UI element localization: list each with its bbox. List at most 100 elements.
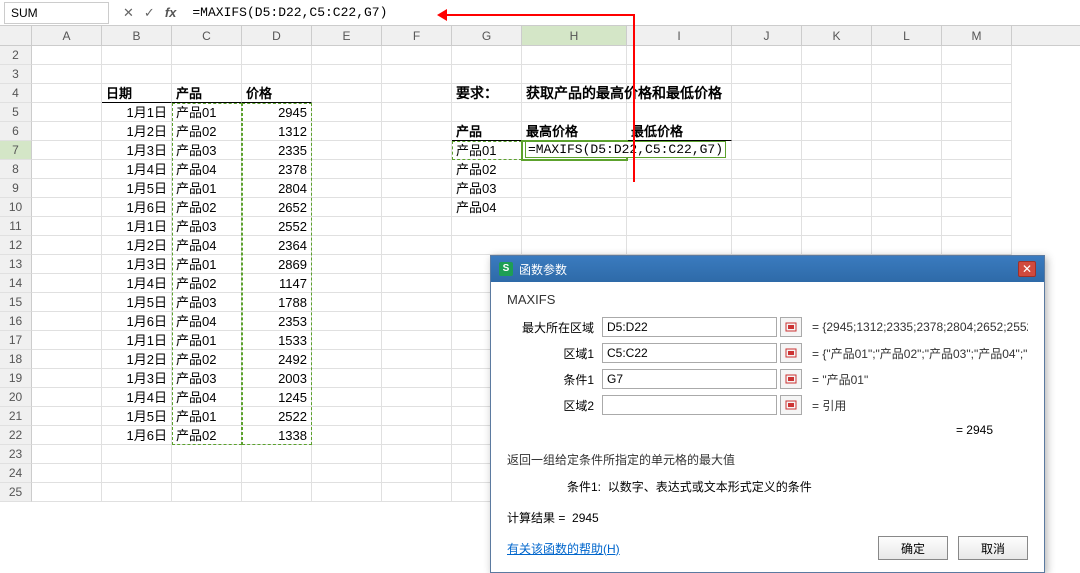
cell-H11[interactable] [522, 217, 627, 236]
cell-E7[interactable] [312, 141, 382, 160]
cell-B20[interactable]: 1月4日 [102, 388, 172, 407]
cell-F21[interactable] [382, 407, 452, 426]
cell-E24[interactable] [312, 464, 382, 483]
row-head[interactable]: 18 [0, 350, 32, 369]
cancel-button[interactable]: 取消 [958, 536, 1028, 560]
cell-C19[interactable]: 产品03 [172, 369, 242, 388]
row-head[interactable]: 22 [0, 426, 32, 445]
cell-K5[interactable] [802, 103, 872, 122]
cell-F14[interactable] [382, 274, 452, 293]
cancel-icon[interactable]: ✕ [123, 5, 134, 21]
col-head-F[interactable]: F [382, 26, 452, 45]
cell-D3[interactable] [242, 65, 312, 84]
cell-G7[interactable]: 产品01 [452, 141, 522, 160]
cell-F13[interactable] [382, 255, 452, 274]
cell-B6[interactable]: 1月2日 [102, 122, 172, 141]
cell-I12[interactable] [627, 236, 732, 255]
param-input-0[interactable] [602, 317, 777, 337]
row-head[interactable]: 8 [0, 160, 32, 179]
col-head-D[interactable]: D [242, 26, 312, 45]
cell-I2[interactable] [627, 46, 732, 65]
cell-A12[interactable] [32, 236, 102, 255]
cell-A9[interactable] [32, 179, 102, 198]
cell-E14[interactable] [312, 274, 382, 293]
cell-D18[interactable]: 2492 [242, 350, 312, 369]
cell-F11[interactable] [382, 217, 452, 236]
cell-D13[interactable]: 2869 [242, 255, 312, 274]
cell-B17[interactable]: 1月1日 [102, 331, 172, 350]
cell-K2[interactable] [802, 46, 872, 65]
cell-C25[interactable] [172, 483, 242, 502]
cell-D22[interactable]: 1338 [242, 426, 312, 445]
cell-C8[interactable]: 产品04 [172, 160, 242, 179]
cell-B4[interactable]: 日期 [102, 84, 172, 103]
cell-B16[interactable]: 1月6日 [102, 312, 172, 331]
cell-B11[interactable]: 1月1日 [102, 217, 172, 236]
cell-F12[interactable] [382, 236, 452, 255]
cell-K11[interactable] [802, 217, 872, 236]
cell-D15[interactable]: 1788 [242, 293, 312, 312]
cell-E5[interactable] [312, 103, 382, 122]
cell-G3[interactable] [452, 65, 522, 84]
cell-B5[interactable]: 1月1日 [102, 103, 172, 122]
cell-C16[interactable]: 产品04 [172, 312, 242, 331]
col-head-M[interactable]: M [942, 26, 1012, 45]
cell-I6[interactable]: 最低价格 [627, 122, 732, 141]
row-head[interactable]: 4 [0, 84, 32, 103]
cell-K8[interactable] [802, 160, 872, 179]
cell-F24[interactable] [382, 464, 452, 483]
row-head[interactable]: 16 [0, 312, 32, 331]
cell-J10[interactable] [732, 198, 802, 217]
cell-E16[interactable] [312, 312, 382, 331]
col-head-B[interactable]: B [102, 26, 172, 45]
dialog-titlebar[interactable]: S 函数参数 ✕ [491, 256, 1044, 282]
cell-E6[interactable] [312, 122, 382, 141]
cell-H2[interactable] [522, 46, 627, 65]
cell-B8[interactable]: 1月4日 [102, 160, 172, 179]
cell-M10[interactable] [942, 198, 1012, 217]
cell-D11[interactable]: 2552 [242, 217, 312, 236]
cell-K4[interactable] [802, 84, 872, 103]
cell-H4[interactable]: 获取产品的最高价格和最低价格 [522, 84, 627, 103]
cell-F5[interactable] [382, 103, 452, 122]
cell-F7[interactable] [382, 141, 452, 160]
cell-F2[interactable] [382, 46, 452, 65]
cell-G5[interactable] [452, 103, 522, 122]
cell-E13[interactable] [312, 255, 382, 274]
cell-B21[interactable]: 1月5日 [102, 407, 172, 426]
cell-A14[interactable] [32, 274, 102, 293]
row-head[interactable]: 3 [0, 65, 32, 84]
cell-B15[interactable]: 1月5日 [102, 293, 172, 312]
cell-M4[interactable] [942, 84, 1012, 103]
cell-A17[interactable] [32, 331, 102, 350]
cell-I3[interactable] [627, 65, 732, 84]
cell-E25[interactable] [312, 483, 382, 502]
cell-K12[interactable] [802, 236, 872, 255]
cell-A25[interactable] [32, 483, 102, 502]
cell-C4[interactable]: 产品 [172, 84, 242, 103]
row-head[interactable]: 17 [0, 331, 32, 350]
cell-C21[interactable]: 产品01 [172, 407, 242, 426]
cell-B25[interactable] [102, 483, 172, 502]
cell-A18[interactable] [32, 350, 102, 369]
row-head[interactable]: 2 [0, 46, 32, 65]
row-head[interactable]: 9 [0, 179, 32, 198]
cell-G4[interactable]: 要求： [452, 84, 522, 103]
cell-F8[interactable] [382, 160, 452, 179]
cell-H3[interactable] [522, 65, 627, 84]
select-all-corner[interactable] [0, 26, 32, 45]
cell-D16[interactable]: 2353 [242, 312, 312, 331]
param-input-3[interactable] [602, 395, 777, 415]
cell-A4[interactable] [32, 84, 102, 103]
cell-I10[interactable] [627, 198, 732, 217]
cell-C14[interactable]: 产品02 [172, 274, 242, 293]
cell-I5[interactable] [627, 103, 732, 122]
cell-F4[interactable] [382, 84, 452, 103]
cell-C11[interactable]: 产品03 [172, 217, 242, 236]
cell-I9[interactable] [627, 179, 732, 198]
cell-G12[interactable] [452, 236, 522, 255]
cell-A5[interactable] [32, 103, 102, 122]
row-head[interactable]: 14 [0, 274, 32, 293]
cell-E20[interactable] [312, 388, 382, 407]
cell-H6[interactable]: 最高价格 [522, 122, 627, 141]
